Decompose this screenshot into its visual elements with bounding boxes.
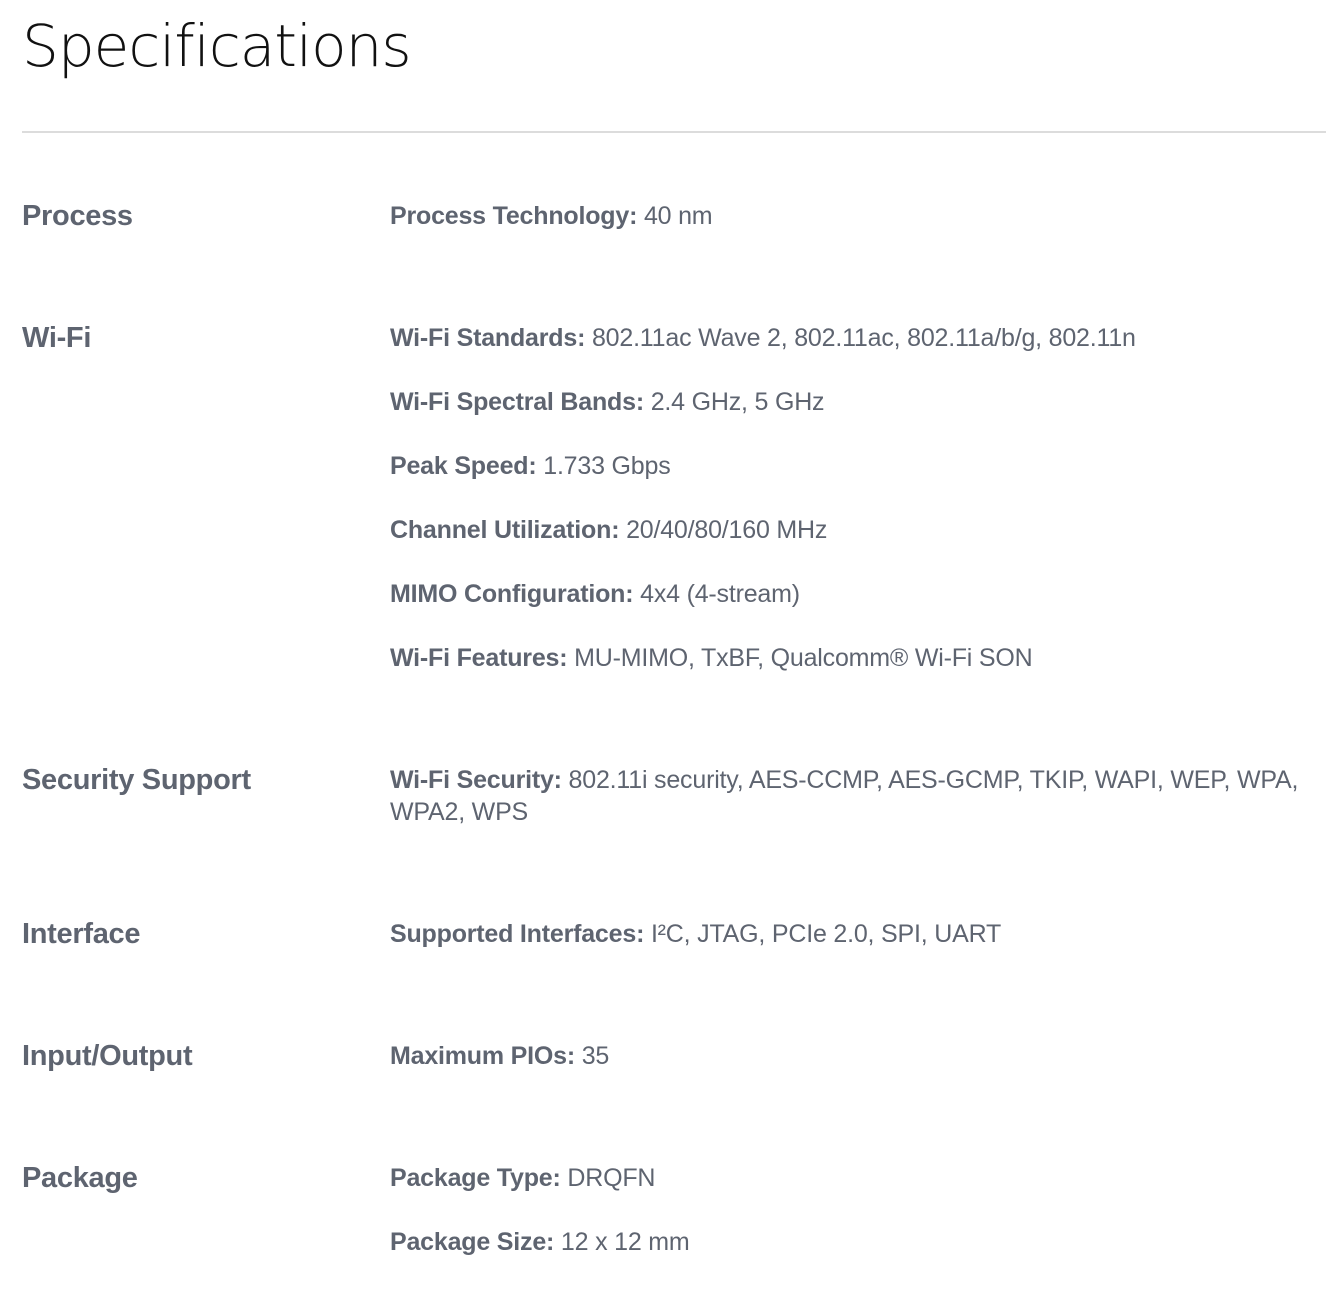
spec-key: Wi-Fi Standards [390,324,578,352]
spec-value: 12 x 12 mm [560,1228,690,1256]
section-label: Wi-Fi [22,322,92,354]
spec-key: Process Technology [390,202,630,230]
spec-key: Channel Utilization [390,516,612,544]
spec-list: Package Type: DRQFN Package Size: 12 x 1… [390,1162,1326,1258]
spec-item: Package Size: 12 x 12 mm [390,1228,690,1256]
spec-item: Wi-Fi Features: MU-MIMO, TxBF, Qualcomm®… [390,644,1033,672]
spec-value: 4x4 (4-stream) [640,580,800,608]
spec-item: Maximum PIOs: 35 [390,1042,610,1070]
spec-key: Package Type [390,1164,553,1192]
section-label: Process [22,200,133,232]
spec-item: Wi-Fi Spectral Bands: 2.4 GHz, 5 GHz [390,388,825,416]
title-divider [22,131,1326,133]
spec-key: Peak Speed [390,452,529,480]
spec-value: 20/40/80/160 MHz [626,516,828,544]
spec-key: Package Size [390,1228,547,1256]
spec-list: Wi-Fi Standards: 802.11ac Wave 2, 802.11… [390,322,1326,674]
spec-key: Supported Interfaces [390,920,637,948]
spec-key: Wi-Fi Security [390,766,554,794]
section-label: Input/Output [22,1040,193,1072]
section-label: Interface [22,918,141,950]
page-title: Specifications [22,12,412,80]
spec-key: Maximum PIOs [390,1042,567,1070]
spec-value: 35 [581,1042,610,1070]
section-label: Security Support [22,764,251,796]
spec-value: DRQFN [567,1164,656,1192]
spec-item: Process Technology: 40 nm [390,202,713,230]
spec-list: Process Technology: 40 nm [390,200,1326,232]
spec-value: 1.733 Gbps [543,452,671,480]
section-label: Package [22,1162,138,1194]
spec-value: 802.11ac Wave 2, 802.11ac, 802.11a/b/g, … [591,324,1136,352]
spec-value: 2.4 GHz, 5 GHz [650,388,825,416]
spec-value: I²C, JTAG, PCIe 2.0, SPI, UART [650,920,1002,948]
spec-value: MU-MIMO, TxBF, Qualcomm® Wi-Fi SON [574,644,1033,672]
spec-list: Wi-Fi Security: 802.11i security, AES-CC… [390,764,1326,828]
spec-item: Peak Speed: 1.733 Gbps [390,452,671,480]
spec-item: Wi-Fi Standards: 802.11ac Wave 2, 802.11… [390,324,1136,352]
spec-list: Maximum PIOs: 35 [390,1040,1326,1072]
spec-item: Supported Interfaces: I²C, JTAG, PCIe 2.… [390,920,1002,948]
spec-item: Wi-Fi Security: 802.11i security, AES-CC… [390,766,1299,826]
spec-item: MIMO Configuration: 4x4 (4-stream) [390,580,800,608]
spec-key: Wi-Fi Features [390,644,560,672]
spec-value: 40 nm [643,202,713,230]
spec-list: Supported Interfaces: I²C, JTAG, PCIe 2.… [390,918,1326,950]
spec-item: Package Type: DRQFN [390,1164,656,1192]
spec-key: MIMO Configuration [390,580,626,608]
spec-key: Wi-Fi Spectral Bands [390,388,636,416]
spec-item: Channel Utilization: 20/40/80/160 MHz [390,516,828,544]
